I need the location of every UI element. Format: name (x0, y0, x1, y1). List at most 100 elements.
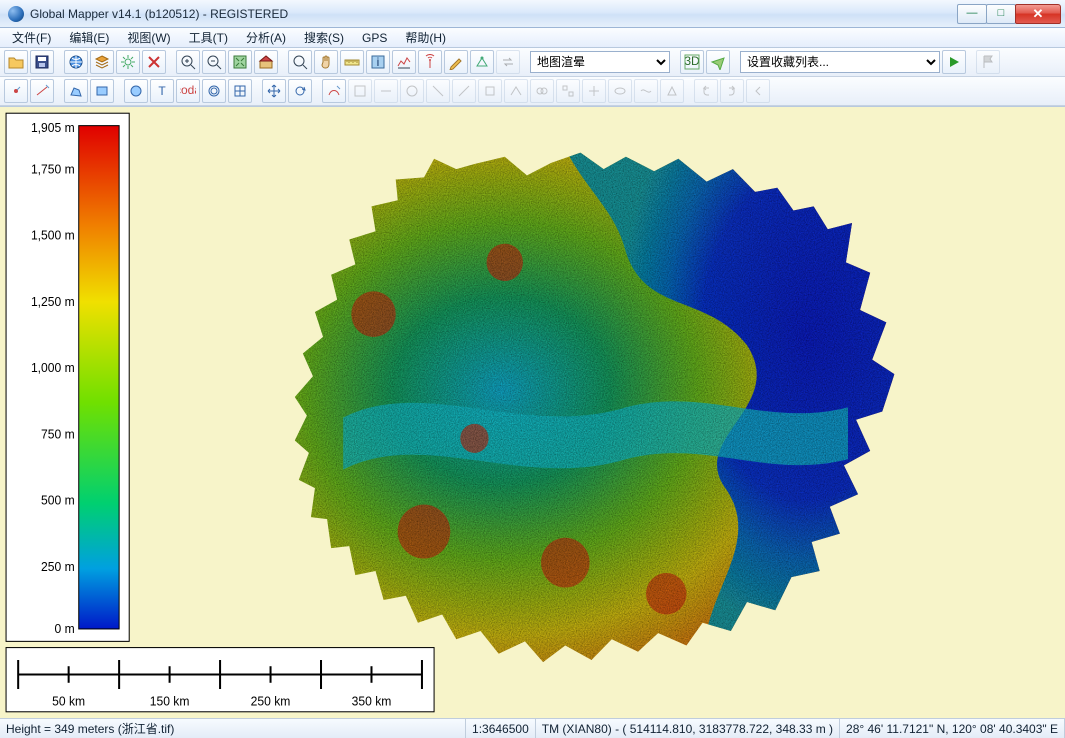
path-profile-button[interactable] (392, 50, 416, 74)
create-point-button[interactable] (4, 79, 28, 103)
favorites-combo[interactable]: 设置收藏列表... (740, 51, 940, 73)
move-button[interactable] (262, 79, 286, 103)
viewshed-button[interactable] (418, 50, 442, 74)
tb2-btn-f[interactable] (478, 79, 502, 103)
back-button[interactable] (746, 79, 770, 103)
back-icon (750, 83, 766, 99)
cogo-button[interactable] (470, 50, 494, 74)
tb2-btn-c[interactable] (400, 79, 424, 103)
generic-icon (404, 83, 420, 99)
map-shader-combo[interactable]: 地图渲晕 (530, 51, 670, 73)
full-view-icon (232, 54, 248, 70)
coord-convert-button[interactable] (496, 50, 520, 74)
create-circle-button[interactable] (124, 79, 148, 103)
tb2-btn-i[interactable] (556, 79, 580, 103)
menu-gps[interactable]: GPS (354, 29, 395, 47)
tb2-btn-l[interactable] (634, 79, 658, 103)
generic-icon (664, 83, 680, 99)
legend-label-1: 1,750 m (31, 162, 75, 176)
generic-icon (638, 83, 654, 99)
tb2-btn-b[interactable] (374, 79, 398, 103)
menu-search[interactable]: 搜索(S) (296, 27, 352, 48)
rotate-icon (292, 83, 308, 99)
create-grid-button[interactable] (228, 79, 252, 103)
configure-button[interactable] (116, 50, 140, 74)
create-rect-button[interactable] (90, 79, 114, 103)
floppy-icon (34, 54, 50, 70)
tb2-btn-d[interactable] (426, 79, 450, 103)
status-proj: TM (XIAN80) - ( 514114.810, 3183778.722,… (536, 719, 840, 738)
app-icon (8, 6, 24, 22)
menu-view[interactable]: 视图(W) (119, 27, 178, 48)
trace-button[interactable] (322, 79, 346, 103)
create-area-button[interactable] (64, 79, 88, 103)
menu-help[interactable]: 帮助(H) (397, 27, 454, 48)
tb2-btn-m[interactable] (660, 79, 684, 103)
create-text-button[interactable]: T (150, 79, 174, 103)
menu-analysis[interactable]: 分析(A) (238, 27, 294, 48)
maximize-button[interactable]: □ (986, 4, 1016, 24)
run-button[interactable] (942, 50, 966, 74)
create-range-ring-button[interactable] (202, 79, 226, 103)
gear-icon (120, 54, 136, 70)
tb2-btn-a[interactable] (348, 79, 372, 103)
overlay-control-button[interactable] (90, 50, 114, 74)
info-tool-button[interactable]: i (366, 50, 390, 74)
open-button[interactable] (4, 50, 28, 74)
toolbar-digitizer: T coda (0, 77, 1065, 106)
elevation-legend: 1,905 m 1,750 m 1,500 m 1,250 m 1,000 m … (6, 113, 129, 641)
rotate-button[interactable] (288, 79, 312, 103)
menu-tools[interactable]: 工具(T) (181, 27, 236, 48)
save-button[interactable] (30, 50, 54, 74)
generic-icon (352, 83, 368, 99)
home-icon (258, 54, 274, 70)
home-button[interactable] (254, 50, 278, 74)
trace-icon (326, 83, 342, 99)
create-line-button[interactable] (30, 79, 54, 103)
zoom-out-button[interactable] (202, 50, 226, 74)
svg-text:3D: 3D (684, 54, 700, 68)
legend-label-5: 750 m (41, 427, 75, 441)
close-button[interactable]: ✕ (1015, 4, 1061, 24)
3d-view-button[interactable]: 3D (680, 50, 704, 74)
area-icon (68, 83, 84, 99)
zoom-tool-button[interactable] (288, 50, 312, 74)
svg-text:i: i (377, 55, 380, 69)
unload-button[interactable] (142, 50, 166, 74)
pencil-icon (448, 54, 464, 70)
flag-icon (980, 54, 996, 70)
circle-icon (128, 83, 144, 99)
convert-icon (500, 54, 516, 70)
measure-tool-button[interactable] (340, 50, 364, 74)
3d-flythrough-button[interactable] (706, 50, 730, 74)
legend-label-3: 1,250 m (31, 295, 75, 309)
map-viewport[interactable]: 1,905 m 1,750 m 1,500 m 1,250 m 1,000 m … (0, 106, 1065, 718)
minimize-button[interactable]: — (957, 4, 987, 24)
tb2-btn-h[interactable] (530, 79, 554, 103)
legend-label-4: 1,000 m (31, 361, 75, 375)
pan-tool-button[interactable] (314, 50, 338, 74)
tb2-btn-g[interactable] (504, 79, 528, 103)
tb2-btn-e[interactable] (452, 79, 476, 103)
redo-button[interactable] (720, 79, 744, 103)
line-icon (34, 83, 50, 99)
generic-icon (378, 83, 394, 99)
tb2-btn-k[interactable] (608, 79, 632, 103)
generic-icon (508, 83, 524, 99)
digitizer-button[interactable] (444, 50, 468, 74)
zoom-in-button[interactable] (176, 50, 200, 74)
undo-button[interactable] (694, 79, 718, 103)
flag-button[interactable] (976, 50, 1000, 74)
full-view-button[interactable] (228, 50, 252, 74)
hand-icon (318, 54, 334, 70)
menu-edit[interactable]: 编辑(E) (61, 27, 117, 48)
create-cogo-button[interactable]: coda (176, 79, 200, 103)
download-button[interactable] (64, 50, 88, 74)
globe-icon (68, 54, 84, 70)
move-icon (266, 83, 282, 99)
point-icon (8, 83, 24, 99)
scalebar-label-2: 250 km (251, 694, 291, 708)
tb2-btn-j[interactable] (582, 79, 606, 103)
generic-icon (586, 83, 602, 99)
menu-file[interactable]: 文件(F) (4, 27, 59, 48)
